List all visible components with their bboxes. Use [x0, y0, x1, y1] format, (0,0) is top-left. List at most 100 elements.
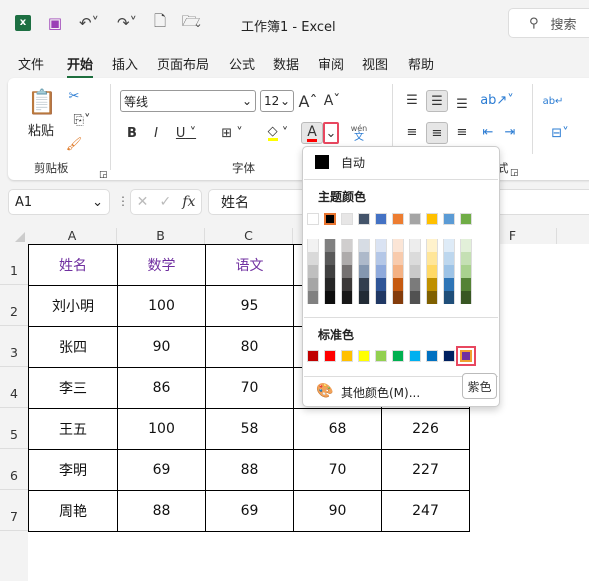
cancel-icon[interactable]: ✕: [137, 194, 149, 210]
theme-shade-swatch[interactable]: [460, 252, 472, 265]
tab-data[interactable]: 数据: [273, 54, 299, 73]
cell-A5[interactable]: 王五: [28, 408, 118, 450]
tab-formulas[interactable]: 公式: [229, 54, 255, 73]
cell-B7[interactable]: 88: [117, 490, 206, 532]
theme-shade-swatch[interactable]: [392, 291, 404, 304]
cell-C1[interactable]: 语文: [205, 244, 294, 286]
standard-color-swatch[interactable]: [375, 350, 387, 362]
standard-color-swatch[interactable]: [392, 350, 404, 362]
theme-shade-swatch[interactable]: [341, 291, 353, 304]
orientation-icon[interactable]: ab↗˅: [480, 90, 514, 110]
column-header-A[interactable]: A: [28, 228, 117, 244]
cell-E5[interactable]: 226: [381, 408, 470, 450]
cell-C3[interactable]: 80: [205, 326, 294, 368]
theme-shade-swatch[interactable]: [426, 278, 438, 291]
theme-shade-swatch[interactable]: [426, 265, 438, 278]
align-center-icon[interactable]: ≡: [426, 122, 448, 144]
theme-shade-swatch[interactable]: [358, 239, 370, 252]
tab-help[interactable]: 帮助: [408, 54, 434, 73]
cell-C6[interactable]: 88: [205, 449, 294, 491]
theme-shade-swatch[interactable]: [443, 239, 455, 252]
cell-C4[interactable]: 70: [205, 367, 294, 409]
row-header-3[interactable]: 3: [0, 326, 28, 367]
standard-color-swatch[interactable]: [307, 350, 319, 362]
theme-shade-swatch[interactable]: [426, 239, 438, 252]
wrap-text-icon[interactable]: ab↵: [543, 90, 564, 112]
theme-shade-swatch[interactable]: [307, 252, 319, 265]
cell-A6[interactable]: 李明: [28, 449, 118, 491]
theme-shade-swatch[interactable]: [324, 252, 336, 265]
tab-file[interactable]: 文件: [18, 54, 44, 73]
theme-shade-swatch[interactable]: [409, 252, 421, 265]
tab-home[interactable]: 开始: [67, 54, 94, 78]
theme-shade-swatch[interactable]: [392, 265, 404, 278]
theme-color-swatch[interactable]: [324, 213, 336, 225]
row-header-4[interactable]: 4: [0, 367, 28, 408]
theme-shade-swatch[interactable]: [341, 278, 353, 291]
theme-shade-swatch[interactable]: [307, 278, 319, 291]
borders-button[interactable]: ⊞ ˅: [216, 124, 248, 142]
theme-shade-swatch[interactable]: [375, 278, 387, 291]
align-left-icon[interactable]: ≡: [402, 122, 422, 142]
theme-shade-swatch[interactable]: [460, 265, 472, 278]
theme-color-swatch[interactable]: [392, 213, 404, 225]
theme-shade-swatch[interactable]: [460, 278, 472, 291]
column-header-C[interactable]: C: [205, 228, 293, 244]
theme-shade-swatch[interactable]: [341, 239, 353, 252]
theme-shade-swatch[interactable]: [443, 278, 455, 291]
row-header-6[interactable]: 6: [0, 449, 28, 490]
more-colors-option[interactable]: 其他颜色(M)...: [341, 384, 420, 401]
theme-shade-swatch[interactable]: [307, 239, 319, 252]
cell-E6[interactable]: 227: [381, 449, 470, 491]
theme-shade-swatch[interactable]: [460, 239, 472, 252]
theme-shade-swatch[interactable]: [443, 291, 455, 304]
theme-shade-swatch[interactable]: [375, 265, 387, 278]
undo-icon[interactable]: ↶˅: [72, 12, 106, 34]
theme-shade-swatch[interactable]: [443, 265, 455, 278]
theme-shade-swatch[interactable]: [392, 239, 404, 252]
name-box[interactable]: A1 ⌄: [8, 189, 110, 215]
cell-A2[interactable]: 刘小明: [28, 285, 118, 327]
cell-B1[interactable]: 数学: [117, 244, 206, 286]
theme-color-swatch[interactable]: [443, 213, 455, 225]
theme-shade-swatch[interactable]: [324, 278, 336, 291]
theme-color-swatch[interactable]: [375, 213, 387, 225]
row-header-2[interactable]: 2: [0, 285, 28, 326]
paste-button[interactable]: 粘贴: [28, 120, 54, 139]
cell-C7[interactable]: 69: [205, 490, 294, 532]
theme-shade-swatch[interactable]: [375, 239, 387, 252]
alignment-launcher-icon[interactable]: ◲: [510, 168, 519, 178]
standard-color-swatch[interactable]: [426, 350, 438, 362]
theme-shade-swatch[interactable]: [375, 291, 387, 304]
theme-shade-swatch[interactable]: [324, 239, 336, 252]
align-middle-icon[interactable]: ☰: [426, 90, 448, 112]
standard-color-swatch[interactable]: [341, 350, 353, 362]
italic-button[interactable]: I: [148, 124, 164, 142]
standard-color-swatch[interactable]: [324, 350, 336, 362]
auto-color-option[interactable]: 自动: [341, 154, 365, 171]
theme-shade-swatch[interactable]: [358, 252, 370, 265]
increase-font-icon[interactable]: Aˆ: [298, 90, 318, 112]
theme-shade-swatch[interactable]: [307, 265, 319, 278]
theme-shade-swatch[interactable]: [358, 265, 370, 278]
theme-shade-swatch[interactable]: [358, 291, 370, 304]
theme-shade-swatch[interactable]: [375, 252, 387, 265]
theme-shade-swatch[interactable]: [409, 239, 421, 252]
font-color-button[interactable]: A: [301, 122, 323, 144]
align-top-icon[interactable]: ☰: [402, 90, 422, 110]
theme-shade-swatch[interactable]: [341, 265, 353, 278]
tab-page-layout[interactable]: 页面布局: [157, 54, 209, 73]
cell-A1[interactable]: 姓名: [28, 244, 118, 286]
cell-E7[interactable]: 247: [381, 490, 470, 532]
new-file-icon[interactable]: 🗋: [150, 12, 170, 34]
tab-review[interactable]: 审阅: [318, 54, 344, 73]
theme-shade-swatch[interactable]: [324, 291, 336, 304]
theme-shade-swatch[interactable]: [392, 252, 404, 265]
theme-shade-swatch[interactable]: [409, 265, 421, 278]
decrease-indent-icon[interactable]: ⇤: [478, 122, 498, 142]
paste-icon[interactable]: 📋: [27, 86, 57, 118]
font-color-dropdown[interactable]: ⌄: [323, 122, 339, 144]
fill-color-button[interactable]: ◇ ˅: [262, 124, 294, 142]
cell-C2[interactable]: 95: [205, 285, 294, 327]
redo-icon[interactable]: ↷˅: [110, 12, 144, 34]
